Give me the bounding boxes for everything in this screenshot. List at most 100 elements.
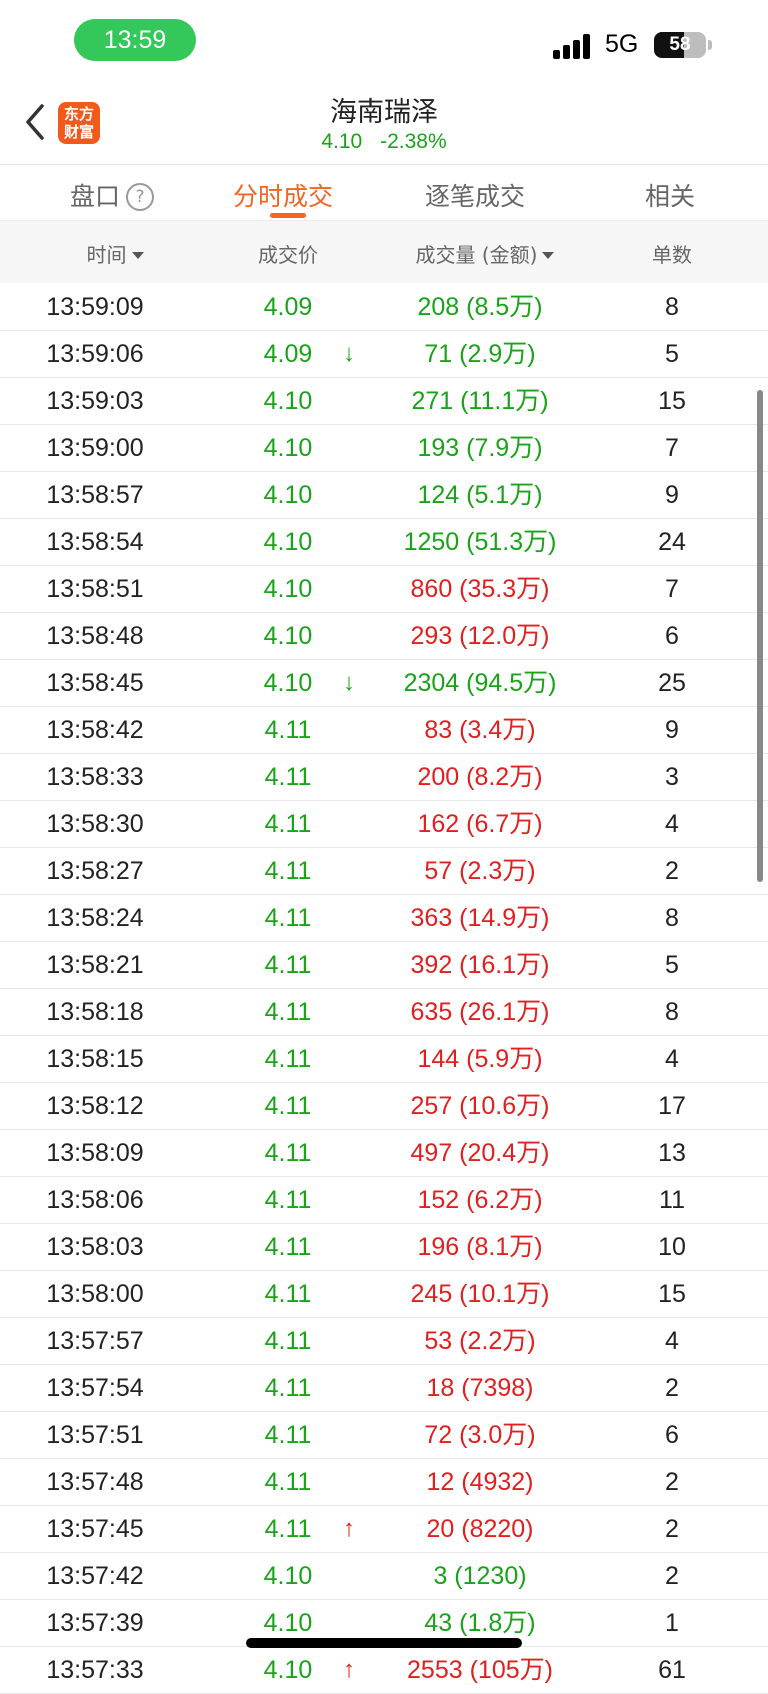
trade-volume: 2304 (94.5万) [403, 669, 557, 697]
trade-time: 13:59:03 [46, 387, 144, 415]
trade-list[interactable]: 13:59:09 4.09 208 (8.5万) 8 13:59:06 4.09 ↓ 71 (… [0, 284, 768, 1694]
home-indicator[interactable] [246, 1638, 522, 1648]
trade-volume: 162 (6.7万) [417, 810, 543, 838]
trade-row: 13:58:24 4.11 363 (14.9万) 8 [0, 895, 768, 942]
trade-time: 13:57:45 [46, 1515, 144, 1543]
trade-count: 17 [658, 1092, 686, 1120]
active-tab-indicator [270, 213, 306, 218]
signal-icon [553, 33, 593, 59]
trade-time: 13:58:09 [46, 1139, 144, 1167]
trade-price: 4.09 [263, 340, 313, 368]
trade-volume: 363 (14.9万) [410, 904, 550, 932]
help-icon[interactable]: ? [126, 183, 155, 211]
trade-row: 13:58:15 4.11 144 (5.9万) 4 [0, 1036, 768, 1083]
trade-count: 7 [665, 434, 679, 462]
col-volume-header[interactable]: 成交量 (金额) [380, 239, 590, 268]
trade-price: 4.10 [263, 669, 313, 697]
trade-price: 4.11 [264, 1092, 312, 1120]
trade-time: 13:57:57 [46, 1327, 144, 1355]
trade-price: 4.11 [264, 1139, 312, 1167]
trade-price: 4.10 [263, 528, 313, 556]
trade-row: 13:57:42 4.10 3 (1230) 2 [0, 1553, 768, 1600]
stock-quote: 4.10 -2.38% [0, 130, 768, 154]
trade-count: 6 [665, 622, 679, 650]
trade-count: 9 [665, 481, 679, 509]
trade-time: 13:58:33 [46, 763, 144, 791]
trade-price: 4.11 [264, 763, 312, 791]
trade-row: 13:59:09 4.09 208 (8.5万) 8 [0, 284, 768, 331]
col-time-header[interactable]: 时间 [40, 239, 190, 268]
trade-time: 13:57:48 [46, 1468, 144, 1496]
trade-volume: 18 (7398) [426, 1374, 534, 1402]
trade-time: 13:57:54 [46, 1374, 144, 1402]
trade-price: 4.11 [264, 1280, 312, 1308]
trade-count: 13 [658, 1139, 686, 1167]
trade-volume: 12 (4932) [426, 1468, 534, 1496]
trade-volume: 2553 (105万) [407, 1656, 553, 1684]
trade-row: 13:58:54 4.10 1250 (51.3万) 24 [0, 519, 768, 566]
trade-count: 8 [665, 904, 679, 932]
tab-related[interactable]: 相关 [645, 177, 695, 213]
trade-row: 13:57:51 4.11 72 (3.0万) 6 [0, 1412, 768, 1459]
trade-volume: 20 (8220) [426, 1515, 534, 1543]
trade-count: 5 [665, 951, 679, 979]
trade-price: 4.09 [263, 293, 313, 321]
trade-volume: 124 (5.1万) [417, 481, 543, 509]
trade-volume: 497 (20.4万) [410, 1139, 550, 1167]
trade-count: 2 [665, 857, 679, 885]
trade-count: 8 [665, 998, 679, 1026]
trade-row: 13:58:06 4.11 152 (6.2万) 11 [0, 1177, 768, 1224]
trade-volume: 200 (8.2万) [417, 763, 543, 791]
trade-row: 13:59:03 4.10 271 (11.1万) 15 [0, 378, 768, 425]
status-time[interactable]: 13:59 [74, 19, 196, 61]
scrollbar[interactable] [757, 390, 763, 882]
trade-volume: 635 (26.1万) [410, 998, 550, 1026]
stock-price: 4.10 [321, 130, 363, 153]
trade-volume: 257 (10.6万) [410, 1092, 550, 1120]
trade-price: 4.11 [264, 904, 312, 932]
trade-count: 8 [665, 293, 679, 321]
trade-time: 13:59:00 [46, 434, 144, 462]
trade-price: 4.10 [263, 622, 313, 650]
col-count-header: 单数 [652, 243, 692, 267]
trade-time: 13:58:03 [46, 1233, 144, 1261]
tab-time-trades[interactable]: 分时成交 [233, 177, 333, 213]
trade-volume: 193 (7.9万) [417, 434, 543, 462]
trade-price: 4.10 [263, 575, 313, 603]
trade-count: 5 [665, 340, 679, 368]
trade-time: 13:57:33 [46, 1656, 144, 1684]
trade-count: 10 [658, 1233, 686, 1261]
trade-row: 13:58:27 4.11 57 (2.3万) 2 [0, 848, 768, 895]
trade-volume: 293 (12.0万) [410, 622, 550, 650]
trade-volume: 53 (2.2万) [424, 1327, 536, 1355]
trade-time: 13:58:24 [46, 904, 144, 932]
trade-time: 13:58:18 [46, 998, 144, 1026]
trade-count: 15 [658, 1280, 686, 1308]
trade-time: 13:58:51 [46, 575, 144, 603]
trade-row: 13:58:30 4.11 162 (6.7万) 4 [0, 801, 768, 848]
trade-price: 4.11 [264, 857, 312, 885]
trade-row: 13:58:51 4.10 860 (35.3万) 7 [0, 566, 768, 613]
trade-count: 4 [665, 1045, 679, 1073]
trade-row: 13:58:03 4.11 196 (8.1万) 10 [0, 1224, 768, 1271]
trade-row: 13:58:33 4.11 200 (8.2万) 3 [0, 754, 768, 801]
trade-price: 4.10 [263, 481, 313, 509]
trade-time: 13:58:45 [46, 669, 144, 697]
trade-volume: 57 (2.3万) [424, 857, 536, 885]
trade-time: 13:57:51 [46, 1421, 144, 1449]
trade-price: 4.10 [263, 434, 313, 462]
trade-price: 4.11 [264, 1468, 312, 1496]
trade-row: 13:57:57 4.11 53 (2.2万) 4 [0, 1318, 768, 1365]
trade-price: 4.11 [264, 1327, 312, 1355]
trade-row: 13:59:00 4.10 193 (7.9万) 7 [0, 425, 768, 472]
tab-pankou[interactable]: 盘口? [70, 177, 155, 213]
trade-row: 13:58:57 4.10 124 (5.1万) 9 [0, 472, 768, 519]
stock-header: 东方财富 海南瑞泽 4.10 -2.38% [0, 80, 768, 164]
trade-volume: 392 (16.1万) [410, 951, 550, 979]
trade-time: 13:58:57 [46, 481, 144, 509]
trade-volume: 271 (11.1万) [411, 387, 549, 415]
trade-time: 13:59:06 [46, 340, 144, 368]
tab-tick-trades[interactable]: 逐笔成交 [425, 177, 525, 213]
trade-volume: 860 (35.3万) [410, 575, 550, 603]
trade-count: 61 [658, 1656, 686, 1684]
